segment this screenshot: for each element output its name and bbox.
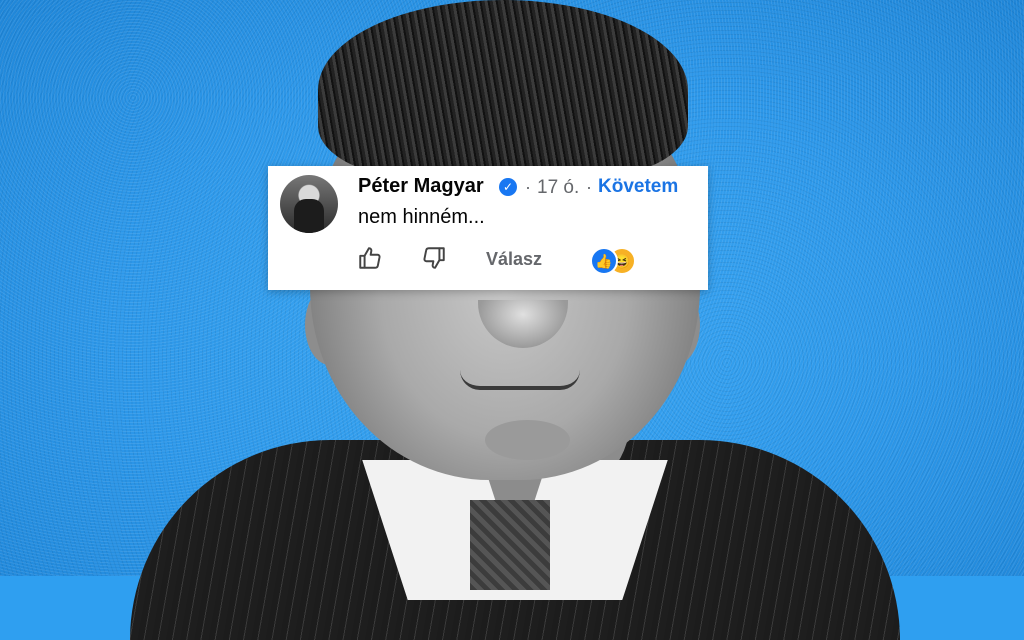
follow-button[interactable]: Követem bbox=[598, 176, 678, 198]
comment-time[interactable]: 17 ó. bbox=[537, 177, 579, 199]
chin bbox=[485, 420, 570, 460]
thumbs-up-icon[interactable] bbox=[356, 245, 384, 273]
mouth bbox=[460, 370, 580, 390]
separator-dot: · bbox=[525, 177, 531, 197]
hair bbox=[318, 0, 688, 180]
reply-button[interactable]: Válasz bbox=[486, 249, 542, 270]
verified-badge-icon: ✓ bbox=[499, 178, 517, 196]
avatar[interactable] bbox=[280, 175, 338, 233]
comment-author[interactable]: Péter Magyar bbox=[358, 175, 484, 198]
comment-text: nem hinném... bbox=[358, 206, 485, 228]
thumbs-down-icon[interactable] bbox=[420, 245, 448, 273]
like-reaction-icon[interactable]: 👍 bbox=[590, 247, 618, 275]
tie bbox=[470, 500, 550, 590]
comment-card: Péter Magyar ✓ · 17 ó. · Követem nem hin… bbox=[268, 166, 708, 290]
separator-dot: · bbox=[586, 177, 592, 197]
